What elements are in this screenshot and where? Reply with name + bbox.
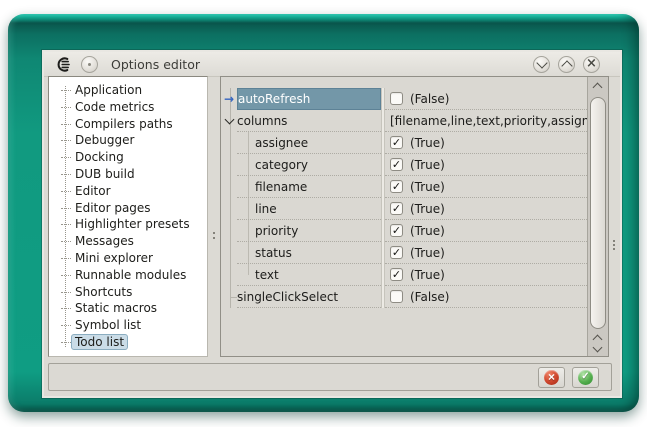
row-category: category ✓ (True) xyxy=(221,154,608,176)
checkbox-unchecked[interactable] xyxy=(390,92,403,105)
property-value[interactable]: [filename,line,text,priority,assigne xyxy=(385,110,587,132)
property-value[interactable]: ✓ (True) xyxy=(385,220,587,242)
sidebar-item-messages[interactable]: Messages xyxy=(49,233,207,250)
sidebar-item-docking[interactable]: Docking xyxy=(49,149,207,166)
sidebar-item-runnable-modules[interactable]: Runnable modules xyxy=(49,267,207,284)
row-columns: columns [filename,line,text,priority,ass… xyxy=(221,110,608,132)
window-controls: × xyxy=(533,56,600,73)
check-icon: ✓ xyxy=(392,269,401,280)
property-value[interactable]: ✓ (True) xyxy=(385,132,587,154)
panel-splitter[interactable] xyxy=(208,76,220,357)
property-name[interactable]: autoRefresh xyxy=(237,88,381,110)
property-grid: → autoRefresh (False) columns xyxy=(220,76,609,357)
collapse-chevron-icon[interactable] xyxy=(224,115,234,125)
scroll-down-icon[interactable] xyxy=(593,343,603,353)
category-list[interactable]: Application Code metrics Compilers paths… xyxy=(48,76,208,357)
sidebar-item-debugger[interactable]: Debugger xyxy=(49,132,207,149)
check-icon: ✓ xyxy=(392,203,401,214)
property-name[interactable]: line xyxy=(237,198,381,220)
sidebar-item-mini-explorer[interactable]: Mini explorer xyxy=(49,250,207,267)
property-name[interactable]: category xyxy=(237,154,381,176)
window-menu-button[interactable] xyxy=(81,56,98,73)
scroll-up-icon[interactable] xyxy=(593,83,603,93)
property-rows: → autoRefresh (False) columns xyxy=(221,88,608,308)
sidebar-item-highlighter-presets[interactable]: Highlighter presets xyxy=(49,216,207,233)
row-status: status ✓ (True) xyxy=(221,242,608,264)
row-line: line ✓ (True) xyxy=(221,198,608,220)
check-icon: ✓ xyxy=(392,225,401,236)
close-icon: × xyxy=(586,57,597,70)
checkbox-checked[interactable]: ✓ xyxy=(390,246,403,259)
coedit-logo-icon xyxy=(55,56,72,73)
minimize-button[interactable] xyxy=(533,56,550,73)
titlebar[interactable]: Options editor × xyxy=(44,52,620,77)
row-text: text ✓ (True) xyxy=(221,264,608,286)
property-value[interactable]: ✓ (True) xyxy=(385,242,587,264)
check-icon: ✓ xyxy=(392,159,401,170)
scrollbar-thumb[interactable] xyxy=(590,97,606,329)
splitter-grip xyxy=(213,232,215,234)
grid-scrollbar[interactable] xyxy=(587,77,608,356)
property-name[interactable]: status xyxy=(237,242,381,264)
property-value[interactable]: ✓ (True) xyxy=(385,198,587,220)
property-value[interactable]: (False) xyxy=(385,286,587,308)
row-priority: priority ✓ (True) xyxy=(221,220,608,242)
sidebar-item-symbol-list[interactable]: Symbol list xyxy=(49,317,207,334)
selected-row-arrow-icon: → xyxy=(224,93,234,105)
sidebar-item-editor-pages[interactable]: Editor pages xyxy=(49,200,207,217)
cancel-icon: × xyxy=(544,370,559,385)
property-name[interactable]: filename xyxy=(237,176,381,198)
checkbox-unchecked[interactable] xyxy=(390,290,403,303)
property-name[interactable]: columns xyxy=(237,110,381,132)
check-icon: ✓ xyxy=(392,181,401,192)
checkbox-checked[interactable]: ✓ xyxy=(390,268,403,281)
property-name[interactable]: singleClickSelect xyxy=(237,286,381,308)
sidebar-item-dub-build[interactable]: DUB build xyxy=(49,166,207,183)
property-name[interactable]: text xyxy=(237,264,381,286)
sidebar-item-application[interactable]: Application xyxy=(49,82,207,99)
accept-icon: ✓ xyxy=(578,370,593,385)
property-value[interactable]: ✓ (True) xyxy=(385,264,587,286)
sidebar-item-compilers-paths[interactable]: Compilers paths xyxy=(49,116,207,133)
row-assignee: assignee ✓ (True) xyxy=(221,132,608,154)
checkbox-checked[interactable]: ✓ xyxy=(390,202,403,215)
cancel-button[interactable]: × xyxy=(538,367,565,388)
check-icon: ✓ xyxy=(392,247,401,258)
footer-toolbar: × ✓ xyxy=(48,363,612,391)
sidebar-item-shortcuts[interactable]: Shortcuts xyxy=(49,284,207,301)
window-frame: Options editor × Application Co xyxy=(8,14,639,412)
checkbox-checked[interactable]: ✓ xyxy=(390,136,403,149)
maximize-button[interactable] xyxy=(558,56,575,73)
property-value[interactable]: ✓ (True) xyxy=(385,154,587,176)
sidebar-item-static-macros[interactable]: Static macros xyxy=(49,300,207,317)
window-menu-icon xyxy=(88,63,91,66)
chevron-up-icon xyxy=(561,60,572,71)
property-name[interactable]: assignee xyxy=(237,132,381,154)
checkbox-checked[interactable]: ✓ xyxy=(390,224,403,237)
selected-item-highlight: Todo list xyxy=(71,334,128,350)
right-splitter[interactable] xyxy=(609,76,620,357)
property-value[interactable]: ✓ (True) xyxy=(385,176,587,198)
checkbox-checked[interactable]: ✓ xyxy=(390,180,403,193)
property-name[interactable]: priority xyxy=(237,220,381,242)
check-icon: ✓ xyxy=(392,137,401,148)
options-editor-window: Options editor × Application Co xyxy=(44,52,620,396)
checkbox-checked[interactable]: ✓ xyxy=(390,158,403,171)
sidebar-item-code-metrics[interactable]: Code metrics xyxy=(49,99,207,116)
sidebar-item-editor[interactable]: Editor xyxy=(49,183,207,200)
accept-button[interactable]: ✓ xyxy=(572,367,599,388)
window-title: Options editor xyxy=(111,57,533,72)
app-icon[interactable] xyxy=(54,55,72,73)
chevron-down-icon xyxy=(536,57,547,68)
close-button[interactable]: × xyxy=(583,56,600,73)
property-value[interactable]: (False) xyxy=(385,88,587,110)
row-autoRefresh: → autoRefresh (False) xyxy=(221,88,608,110)
row-singleClickSelect: singleClickSelect (False) xyxy=(221,286,608,308)
sidebar-item-todo-list[interactable]: Todo list xyxy=(49,334,207,351)
row-filename: filename ✓ (True) xyxy=(221,176,608,198)
desktop: Options editor × Application Co xyxy=(0,0,647,427)
